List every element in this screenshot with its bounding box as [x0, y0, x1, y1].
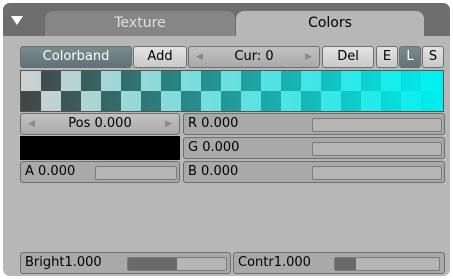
- arrow-left-icon[interactable]: ◀: [28, 114, 35, 134]
- alpha-slider[interactable]: A 0.000: [20, 161, 180, 183]
- cur-stepper[interactable]: ◀ Cur: 0 ▶: [188, 46, 320, 68]
- contrast-fill: [335, 258, 356, 270]
- tab-texture[interactable]: Texture: [45, 11, 235, 36]
- s-button[interactable]: S: [422, 46, 444, 68]
- brightness-track[interactable]: [127, 257, 227, 271]
- alpha-track[interactable]: [95, 166, 177, 180]
- alpha-label: A 0.000: [25, 164, 76, 179]
- contrast-label: Contr1.000: [238, 255, 311, 270]
- collapse-triangle-icon[interactable]: [11, 16, 23, 25]
- colorband-toggle-button[interactable]: Colorband: [20, 46, 132, 68]
- blue-slider[interactable]: B 0.000: [183, 161, 445, 183]
- green-label: G 0.000: [188, 140, 240, 155]
- contrast-track[interactable]: [334, 257, 440, 271]
- colorband-gradient: [21, 71, 443, 111]
- blue-track[interactable]: [312, 166, 442, 180]
- red-label: R 0.000: [188, 116, 239, 131]
- cur-value: Cur: 0: [234, 49, 274, 64]
- green-slider[interactable]: G 0.000: [183, 137, 445, 159]
- position-stepper[interactable]: ◀ Pos 0.000 ▶: [20, 113, 180, 135]
- color-swatch[interactable]: [20, 136, 180, 160]
- arrow-left-icon[interactable]: ◀: [196, 47, 203, 67]
- colorband-preview[interactable]: [20, 70, 444, 112]
- brightness-slider[interactable]: Bright1.000: [20, 252, 231, 274]
- blue-label: B 0.000: [188, 164, 239, 179]
- tab-colors[interactable]: Colors: [236, 11, 424, 36]
- arrow-right-icon[interactable]: ▶: [165, 114, 172, 134]
- panel-tab-bar: Texture Colors: [3, 3, 450, 36]
- contrast-slider[interactable]: Contr1.000: [233, 252, 445, 274]
- arrow-right-icon[interactable]: ▶: [305, 47, 312, 67]
- delete-button[interactable]: Del: [322, 46, 374, 68]
- l-button[interactable]: L: [399, 46, 421, 68]
- add-button[interactable]: Add: [133, 46, 187, 68]
- brightness-fill: [128, 258, 177, 270]
- position-value: Pos 0.000: [68, 116, 132, 131]
- red-slider[interactable]: R 0.000: [183, 113, 445, 135]
- red-track[interactable]: [312, 118, 442, 132]
- green-track[interactable]: [312, 142, 442, 156]
- e-button[interactable]: E: [376, 46, 398, 68]
- brightness-label: Bright1.000: [25, 255, 102, 270]
